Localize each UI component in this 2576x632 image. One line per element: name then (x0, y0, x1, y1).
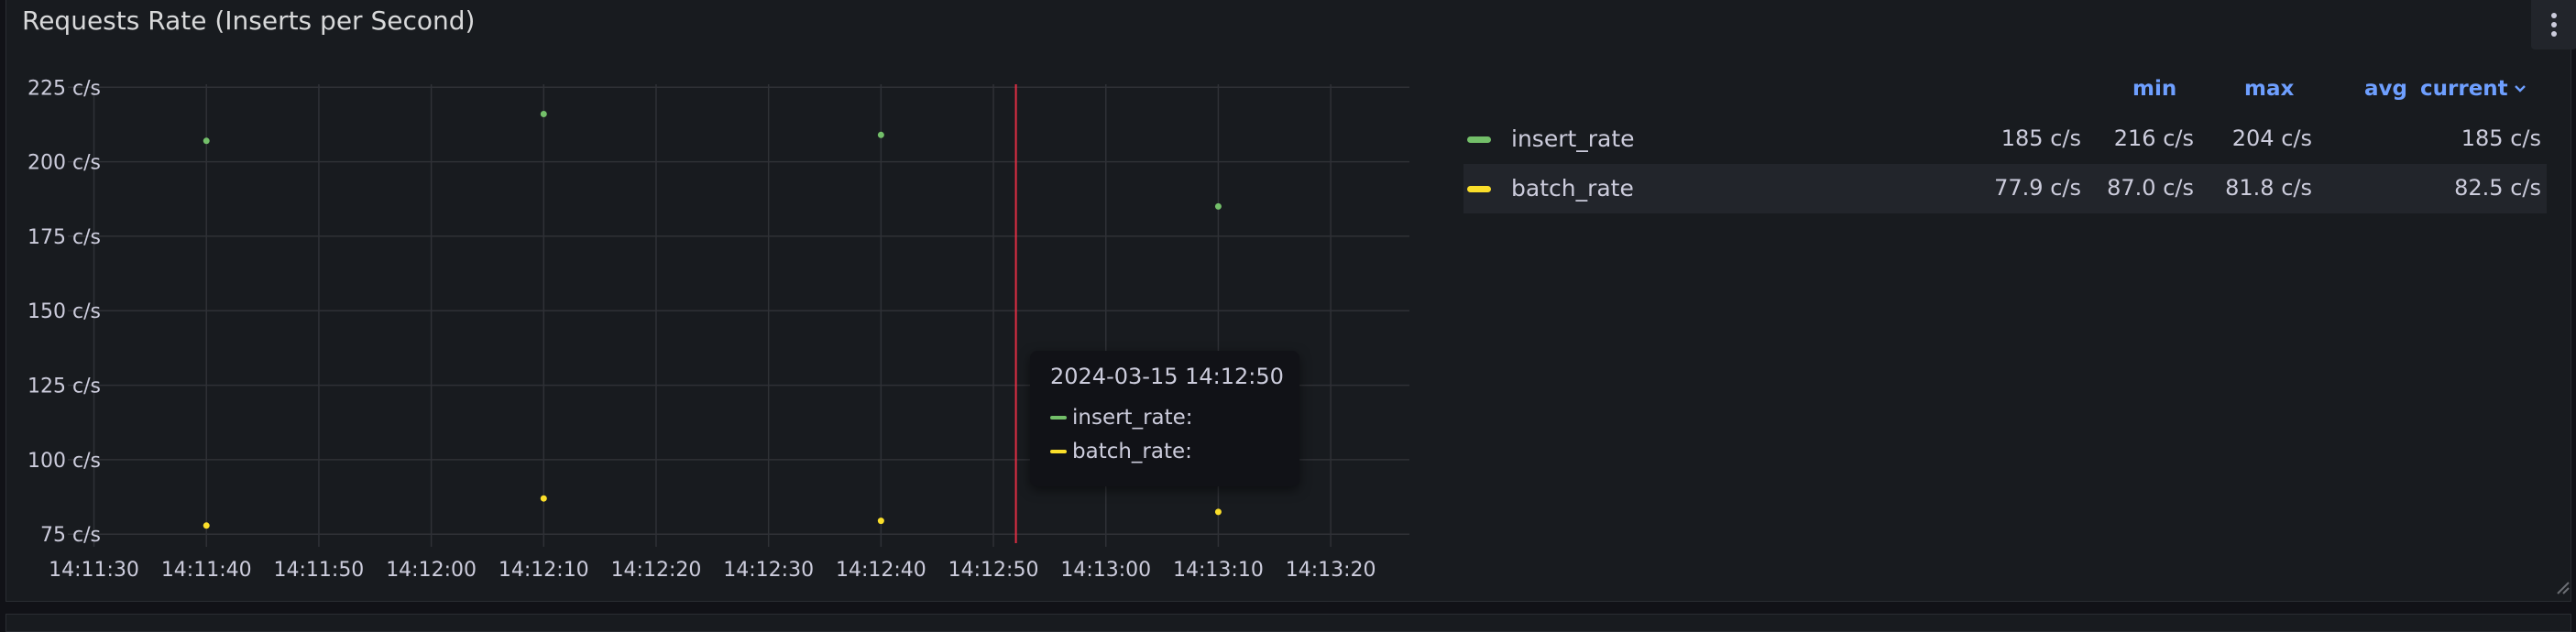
x-tick-label: 14:13:20 (1286, 559, 1376, 582)
resize-handle-icon[interactable] (2554, 579, 2571, 595)
legend-series-name: insert_rate (1511, 125, 1635, 152)
x-tick-label: 14:12:20 (611, 559, 702, 582)
x-axis-ticks: 14:11:30 14:11:40 14:11:50 14:12:00 14:12:10… (49, 559, 1376, 582)
series-color-swatch (1050, 450, 1067, 453)
legend-avg-value: 81.8 c/s (2225, 175, 2312, 201)
x-tick-label: 14:11:50 (274, 559, 365, 582)
legend-min-value: 185 c/s (2001, 125, 2081, 151)
series-color-swatch (1050, 416, 1067, 420)
x-tick-label: 14:12:10 (499, 559, 589, 582)
legend-header-avg[interactable]: avg (2364, 77, 2407, 101)
legend-max-value: 216 c/s (2113, 125, 2194, 151)
panel-menu-button[interactable] (2531, 0, 2576, 49)
x-tick-label: 14:12:00 (386, 559, 477, 582)
y-tick-label: 175 c/s (27, 226, 101, 249)
y-tick-label: 75 c/s (40, 524, 101, 547)
x-tick-label: 14:12:50 (948, 559, 1039, 582)
y-tick-label: 225 c/s (27, 77, 101, 100)
legend-min-value: 77.9 c/s (1994, 175, 2081, 201)
tooltip-time: 2024-03-15 14:12:50 (1050, 364, 1284, 389)
legend-current-value: 185 c/s (2461, 125, 2541, 151)
tooltip-row-batch-rate: batch_rate: (1050, 440, 1192, 463)
time-series-chart[interactable]: 225 c/s 200 c/s 175 c/s 150 c/s 125 c/s 100 c… (0, 0, 1430, 605)
legend-avg-value: 204 c/s (2231, 125, 2312, 151)
x-tick-label: 14:13:00 (1060, 559, 1151, 582)
legend-row-insert-rate[interactable]: insert_rate 185 c/s 216 c/s 204 c/s 185 … (1463, 114, 2547, 164)
data-point-insert-rate[interactable] (1214, 202, 1222, 210)
data-point-batch-rate[interactable] (540, 495, 547, 502)
x-tick-label: 14:12:30 (723, 559, 814, 582)
kebab-menu-icon (2551, 13, 2557, 37)
tooltip-series-label: insert_rate: (1072, 406, 1193, 430)
x-tick-label: 14:11:30 (49, 559, 139, 582)
data-point-batch-rate[interactable] (203, 522, 210, 529)
legend-series-name: batch_rate (1511, 175, 1634, 202)
data-point-insert-rate[interactable] (877, 131, 884, 138)
legend-max-value: 87.0 c/s (2107, 175, 2194, 201)
y-tick-label: 100 c/s (27, 450, 101, 473)
data-point-batch-rate[interactable] (877, 518, 884, 525)
y-axis-ticks: 225 c/s 200 c/s 175 c/s 150 c/s 125 c/s 100 c… (27, 77, 101, 547)
data-point-batch-rate[interactable] (1214, 508, 1222, 516)
x-tick-label: 14:12:40 (836, 559, 926, 582)
legend-header-max[interactable]: max (2244, 77, 2294, 101)
y-tick-label: 150 c/s (27, 300, 101, 323)
legend-header-current[interactable]: current (2420, 77, 2527, 101)
x-tick-label: 14:13:10 (1173, 559, 1264, 582)
legend-header-min[interactable]: min (2132, 77, 2176, 101)
y-tick-label: 125 c/s (27, 376, 101, 398)
data-point-insert-rate[interactable] (540, 111, 547, 118)
series-color-swatch (1467, 186, 1491, 192)
y-tick-label: 200 c/s (27, 152, 101, 175)
legend-current-value: 82.5 c/s (2454, 175, 2541, 201)
tooltip-series-label: batch_rate: (1072, 440, 1192, 463)
tooltip-row-insert-rate: insert_rate: (1050, 406, 1193, 430)
series-color-swatch (1467, 136, 1491, 143)
x-tick-label: 14:11:40 (161, 559, 252, 582)
hover-tooltip: 2024-03-15 14:12:50 insert_rate: batch_r… (1030, 351, 1299, 486)
legend-row-batch-rate[interactable]: batch_rate 77.9 c/s 87.0 c/s 81.8 c/s 82… (1463, 164, 2547, 213)
legend-header-current-label: current (2420, 77, 2508, 101)
chevron-down-icon (2514, 85, 2526, 93)
next-panel-edge (5, 614, 2571, 632)
data-point-insert-rate[interactable] (203, 137, 210, 145)
